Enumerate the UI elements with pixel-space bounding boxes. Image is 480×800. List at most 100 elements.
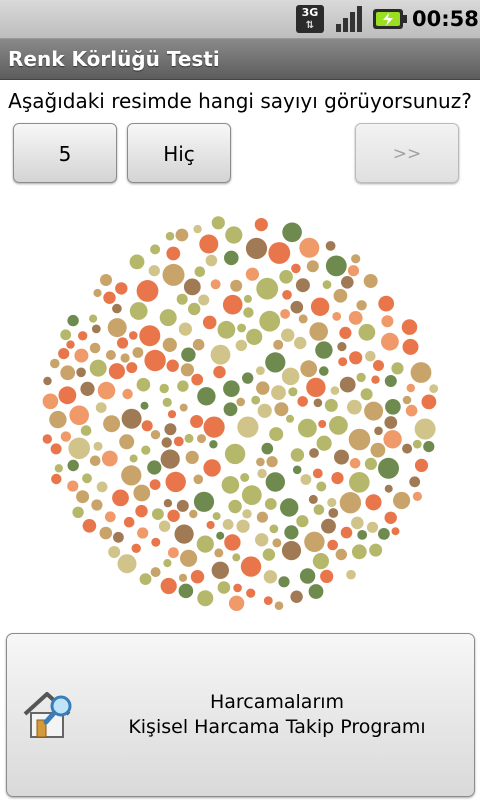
plate-dot [338, 357, 348, 367]
plate-dot [213, 365, 226, 379]
plate-dot [225, 226, 243, 244]
plate-dot [119, 434, 135, 450]
plate-dot [180, 363, 194, 377]
plate-dot [316, 435, 332, 451]
plate-dot [296, 515, 309, 528]
plate-dot [331, 472, 344, 485]
plate-dot [348, 311, 363, 325]
plate-dot [346, 569, 356, 580]
plate-dot [240, 556, 262, 577]
plate-dot [163, 499, 173, 508]
plate-dot [149, 479, 161, 490]
ishihara-plate-image [42, 216, 439, 611]
plate-dot [120, 353, 130, 363]
plate-dot [393, 491, 411, 510]
ad-banner-button[interactable]: Harcamalarım Kişisel Harcama Takip Progr… [6, 633, 475, 797]
plate-dot [364, 401, 384, 421]
plate-dot [384, 375, 397, 387]
plate-dot [206, 520, 215, 530]
plate-dot [197, 387, 216, 406]
plate-dot [69, 405, 89, 426]
plate-dot [423, 441, 435, 453]
plate-dot [68, 437, 90, 460]
plate-dot [233, 583, 242, 593]
plate-dot [95, 402, 107, 413]
plate-dot [167, 410, 177, 419]
plate-dot [132, 347, 144, 358]
plate-dot [373, 360, 384, 371]
plate-dot [356, 372, 366, 383]
plate-dot [211, 216, 225, 230]
plate-dot [232, 553, 241, 562]
plate-dot [179, 403, 188, 412]
plate-dot [340, 526, 353, 539]
plate-dot [223, 380, 240, 397]
plate-dot [181, 347, 196, 362]
plate-dot [240, 473, 250, 482]
plate-dot [278, 576, 290, 588]
plate-dot [93, 441, 103, 451]
plate-dot [54, 464, 63, 473]
title-bar: Renk Körlüğü Testi [0, 39, 480, 80]
plate-dot [108, 546, 121, 558]
plate-dot [121, 408, 142, 429]
plate-dot [333, 288, 348, 303]
plate-dot [76, 490, 90, 504]
answer-none-button[interactable]: Hiç [127, 123, 231, 183]
plate-dot [50, 443, 62, 455]
battery-charging-icon [373, 9, 407, 29]
plate-dot [198, 294, 210, 306]
plate-dot [312, 553, 329, 570]
plate-dot [265, 472, 285, 492]
plate-dot [421, 394, 437, 410]
plate-dot [166, 246, 181, 261]
plate-dot [291, 263, 301, 274]
plate-dot [91, 324, 101, 334]
plate-dot [297, 396, 309, 407]
plate-dot [91, 499, 103, 511]
plate-dot [197, 590, 214, 607]
plate-dot [93, 288, 102, 298]
plate-dot [113, 531, 124, 543]
plate-dot [89, 314, 98, 323]
status-bar: 3G ⇅ 00:58 [0, 0, 480, 39]
plate-dot [164, 423, 177, 436]
plate-dot [269, 524, 279, 534]
plate-dot [299, 568, 316, 584]
plate-dot [328, 508, 339, 518]
plate-dot [191, 373, 204, 386]
plate-dot [235, 339, 247, 352]
plate-dot [369, 543, 383, 557]
plate-dot [176, 499, 189, 512]
plate-dot [243, 294, 252, 303]
plate-dot [351, 544, 367, 560]
plate-dot [322, 280, 332, 289]
plate-dot [135, 504, 148, 518]
plate-dot [364, 457, 377, 470]
plate-dot [261, 442, 274, 455]
plate-dot [358, 323, 376, 341]
plate-dot [325, 255, 347, 277]
plate-dot [209, 440, 218, 449]
plate-dot [279, 270, 293, 284]
plate-dot [410, 362, 432, 383]
house-search-icon [23, 692, 72, 738]
next-button[interactable]: >> [355, 123, 459, 183]
plate-dot [391, 527, 400, 536]
plate-dot [391, 362, 404, 375]
plate-dot [257, 468, 267, 479]
app-title: Renk Körlüğü Testi [8, 47, 220, 71]
plate-dot [257, 403, 272, 418]
plate-dot [256, 277, 279, 300]
plate-dot [144, 349, 166, 372]
plate-dot [374, 426, 383, 436]
plate-dot [335, 548, 347, 561]
plate-dot [76, 367, 86, 378]
answer-5-button[interactable]: 5 [13, 123, 117, 183]
plate-dot [163, 559, 172, 568]
plate-dot [412, 491, 422, 501]
plate-dot [58, 348, 70, 360]
plate-dot [351, 516, 364, 530]
plate-dot [176, 293, 188, 305]
plate-dot [325, 241, 336, 251]
